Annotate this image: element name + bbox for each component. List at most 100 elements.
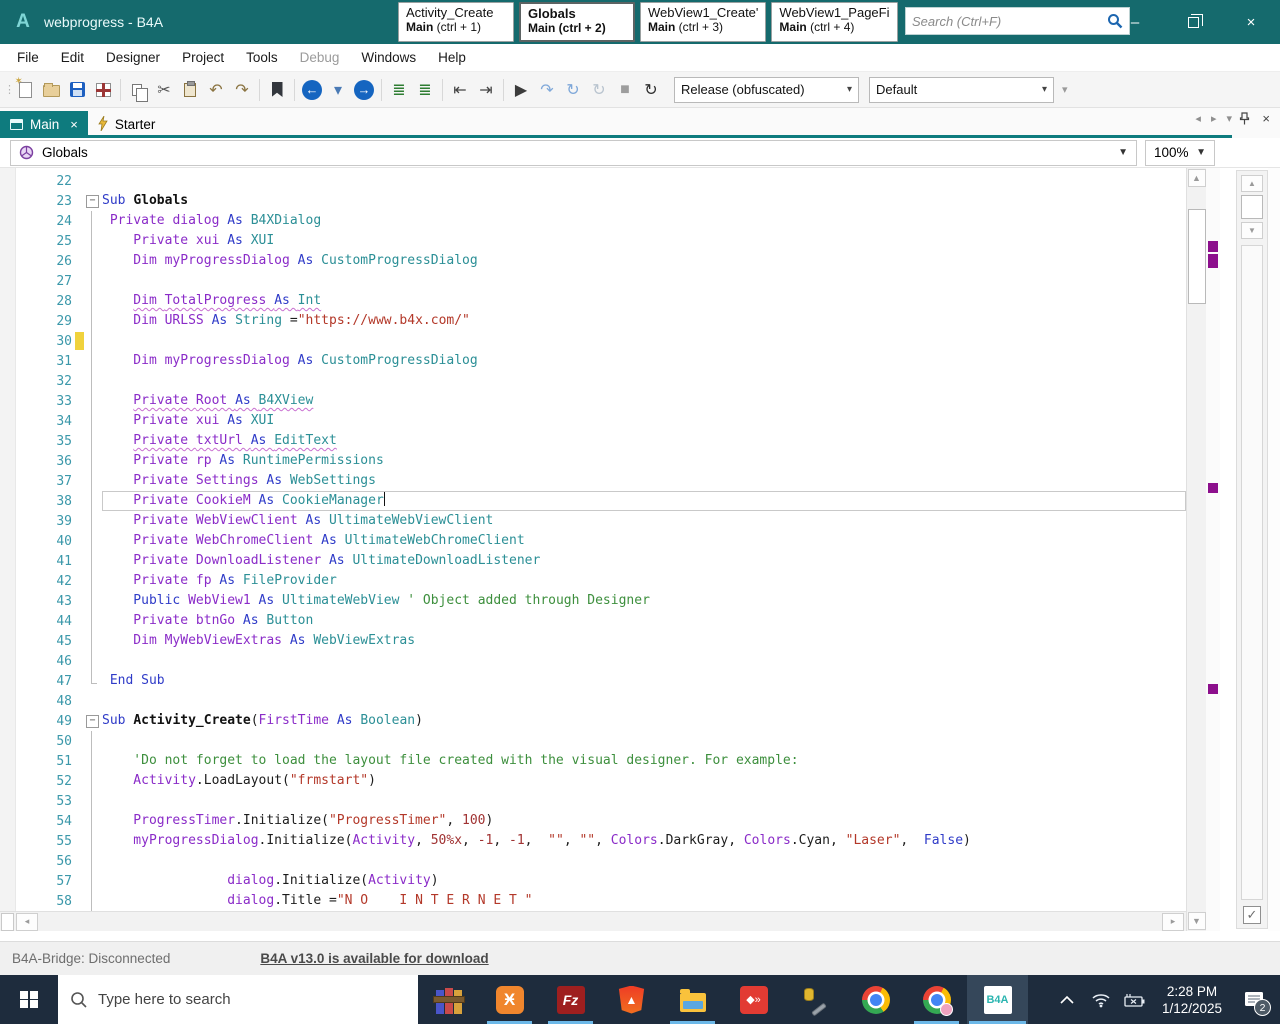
chevron-down-icon[interactable]: ▼	[1196, 147, 1206, 158]
line-number[interactable]: 28	[0, 294, 74, 309]
line-number[interactable]: 57	[0, 874, 74, 889]
code-text[interactable]: 'Do not forget to load the layout file c…	[102, 751, 1186, 771]
action-center-button[interactable]: 2	[1234, 975, 1274, 1024]
code-text[interactable]	[102, 171, 1186, 191]
code-text[interactable]	[102, 651, 1186, 671]
line-number[interactable]: 26	[0, 254, 74, 269]
code-text[interactable]: Private DownloadListener As UltimateDown…	[102, 551, 1186, 571]
code-text[interactable]	[102, 851, 1186, 871]
menu-edit[interactable]: Edit	[50, 46, 95, 69]
line-number[interactable]: 51	[0, 754, 74, 769]
code-line-57[interactable]: 57dialog.Initialize(Activity)	[0, 871, 1186, 891]
taskbar-search-box[interactable]: Type here to search	[58, 975, 418, 1024]
outdent-icon[interactable]: ⇤	[447, 77, 473, 103]
undo-icon[interactable]: ↶	[203, 77, 229, 103]
code-text[interactable]: Sub Activity_Create(FirstTime As Boolean…	[102, 711, 1186, 731]
menu-project[interactable]: Project	[171, 46, 235, 69]
code-line-25[interactable]: 25 Private xui As XUI	[0, 231, 1186, 251]
code-text[interactable]: Private xui As XUI	[102, 231, 1186, 251]
line-number[interactable]: 43	[0, 594, 74, 609]
code-text[interactable]: Dim MyWebViewExtras As WebViewExtras	[102, 631, 1186, 651]
code-text[interactable]	[102, 271, 1186, 291]
code-text[interactable]: Private fp As FileProvider	[102, 571, 1186, 591]
line-number[interactable]: 50	[0, 734, 74, 749]
layout-variant-select[interactable]: Default▾	[869, 77, 1054, 103]
panel-checkbox[interactable]: ✓	[1243, 906, 1261, 924]
taskbar-app-winrar[interactable]	[418, 975, 479, 1024]
line-number[interactable]: 40	[0, 534, 74, 549]
back-history-caret-icon[interactable]: ▾	[325, 77, 351, 103]
sub-navigator-select[interactable]: Globals ▼	[10, 140, 1137, 166]
panel-scroll-up-icon[interactable]: ▲	[1241, 175, 1263, 192]
tab-scroll-left-icon[interactable]: ◂	[1195, 112, 1201, 125]
code-line-34[interactable]: 34Private xui As XUI	[0, 411, 1186, 431]
code-line-56[interactable]: 56	[0, 851, 1186, 871]
code-text[interactable]: Private WebViewClient As UltimateWebView…	[102, 511, 1186, 531]
line-number[interactable]: 22	[0, 174, 74, 189]
navigate-forward-icon[interactable]: →	[351, 77, 377, 103]
stop-icon[interactable]: ■	[612, 77, 638, 103]
menu-file[interactable]: File	[6, 46, 50, 69]
tab-list-caret-icon[interactable]: ▾	[1226, 112, 1232, 125]
code-text[interactable]: Private btnGo As Button	[102, 611, 1186, 631]
panel-scroll-down-icon[interactable]: ▼	[1241, 222, 1263, 239]
close-button[interactable]: ×	[1222, 0, 1280, 44]
code-line-51[interactable]: 51 'Do not forget to load the layout file…	[0, 751, 1186, 771]
code-line-49[interactable]: 49Sub Activity_Create(FirstTime As Boole…	[0, 711, 1186, 731]
comment-icon[interactable]: ≣	[386, 77, 412, 103]
taskbar-app-chrome-profile[interactable]	[906, 975, 967, 1024]
code-text[interactable]: Private WebChromeClient As UltimateWebCh…	[102, 531, 1186, 551]
horizontal-scrollbar[interactable]: ◂ ▸	[0, 911, 1186, 931]
code-text[interactable]: End Sub	[102, 671, 1186, 691]
cut-icon[interactable]: ✂	[151, 77, 177, 103]
menu-windows[interactable]: Windows	[350, 46, 427, 69]
menu-designer[interactable]: Designer	[95, 46, 171, 69]
code-line-53[interactable]: 53	[0, 791, 1186, 811]
line-number[interactable]: 35	[0, 434, 74, 449]
quick-sub-tab-1[interactable]: Activity_CreateMain (ctrl + 1)	[398, 2, 514, 42]
new-file-icon[interactable]	[12, 77, 38, 103]
code-text[interactable]: myProgressDialog.Initialize(Activity, 50…	[102, 831, 1186, 851]
line-number[interactable]: 25	[0, 234, 74, 249]
code-text[interactable]: Private Settings As WebSettings	[102, 471, 1186, 491]
code-editor[interactable]: 2223Sub Globals24Private dialog As B4XDi…	[0, 168, 1186, 911]
code-text[interactable]: Private Root As B4XView	[102, 391, 1186, 411]
code-line-40[interactable]: 40 Private WebChromeClient As UltimateWeb…	[0, 531, 1186, 551]
line-number[interactable]: 45	[0, 634, 74, 649]
restart-icon[interactable]: ↻	[638, 77, 664, 103]
code-text[interactable]: dialog.Title ="N O I N T E R N E T "	[102, 891, 1186, 911]
tab-scroll-right-icon[interactable]: ▸	[1211, 112, 1217, 125]
editor-zoom-select[interactable]: 100% ▼	[1145, 140, 1215, 166]
update-download-link[interactable]: B4A v13.0 is available for download	[260, 951, 488, 966]
code-line-46[interactable]: 46	[0, 651, 1186, 671]
panel-splitter[interactable]	[1220, 168, 1236, 931]
code-text[interactable]: Dim TotalProgress As Int	[102, 291, 1186, 311]
code-line-54[interactable]: 54ProgressTimer.Initialize("ProgressTime…	[0, 811, 1186, 831]
line-number[interactable]: 36	[0, 454, 74, 469]
code-line-41[interactable]: 41Private DownloadListener As UltimateDo…	[0, 551, 1186, 571]
taskbar-app-file-explorer[interactable]	[662, 975, 723, 1024]
taskbar-app-red-diamond-app[interactable]: ◆»	[723, 975, 784, 1024]
resume-icon[interactable]: ↷	[534, 77, 560, 103]
package-icon[interactable]	[90, 77, 116, 103]
code-text[interactable]: Private dialog As B4XDialog	[102, 211, 1186, 231]
taskbar-app-xampp[interactable]: Ӿ	[479, 975, 540, 1024]
line-number[interactable]: 38	[0, 494, 74, 509]
restore-button[interactable]	[1164, 0, 1222, 44]
fold-collapse-icon[interactable]	[84, 711, 102, 731]
code-line-31[interactable]: 31Dim myProgressDialog As CustomProgress…	[0, 351, 1186, 371]
code-text[interactable]: ProgressTimer.Initialize("ProgressTimer"…	[102, 811, 1186, 831]
uncomment-icon[interactable]: ≣	[412, 77, 438, 103]
chevron-down-icon[interactable]: ▼	[1118, 147, 1128, 158]
code-line-52[interactable]: 52Activity.LoadLayout("frmstart")	[0, 771, 1186, 791]
code-text[interactable]	[102, 331, 1186, 351]
scroll-left-icon[interactable]: ◂	[16, 913, 38, 931]
paste-icon[interactable]	[177, 77, 203, 103]
code-line-23[interactable]: 23Sub Globals	[0, 191, 1186, 211]
code-text[interactable]	[102, 371, 1186, 391]
scroll-up-icon[interactable]: ▲	[1188, 169, 1206, 187]
redo-icon[interactable]: ↷	[229, 77, 255, 103]
code-line-55[interactable]: 55myProgressDialog.Initialize(Activity, …	[0, 831, 1186, 851]
toolbar-overflow[interactable]: ▾	[1062, 83, 1068, 96]
line-number[interactable]: 56	[0, 854, 74, 869]
